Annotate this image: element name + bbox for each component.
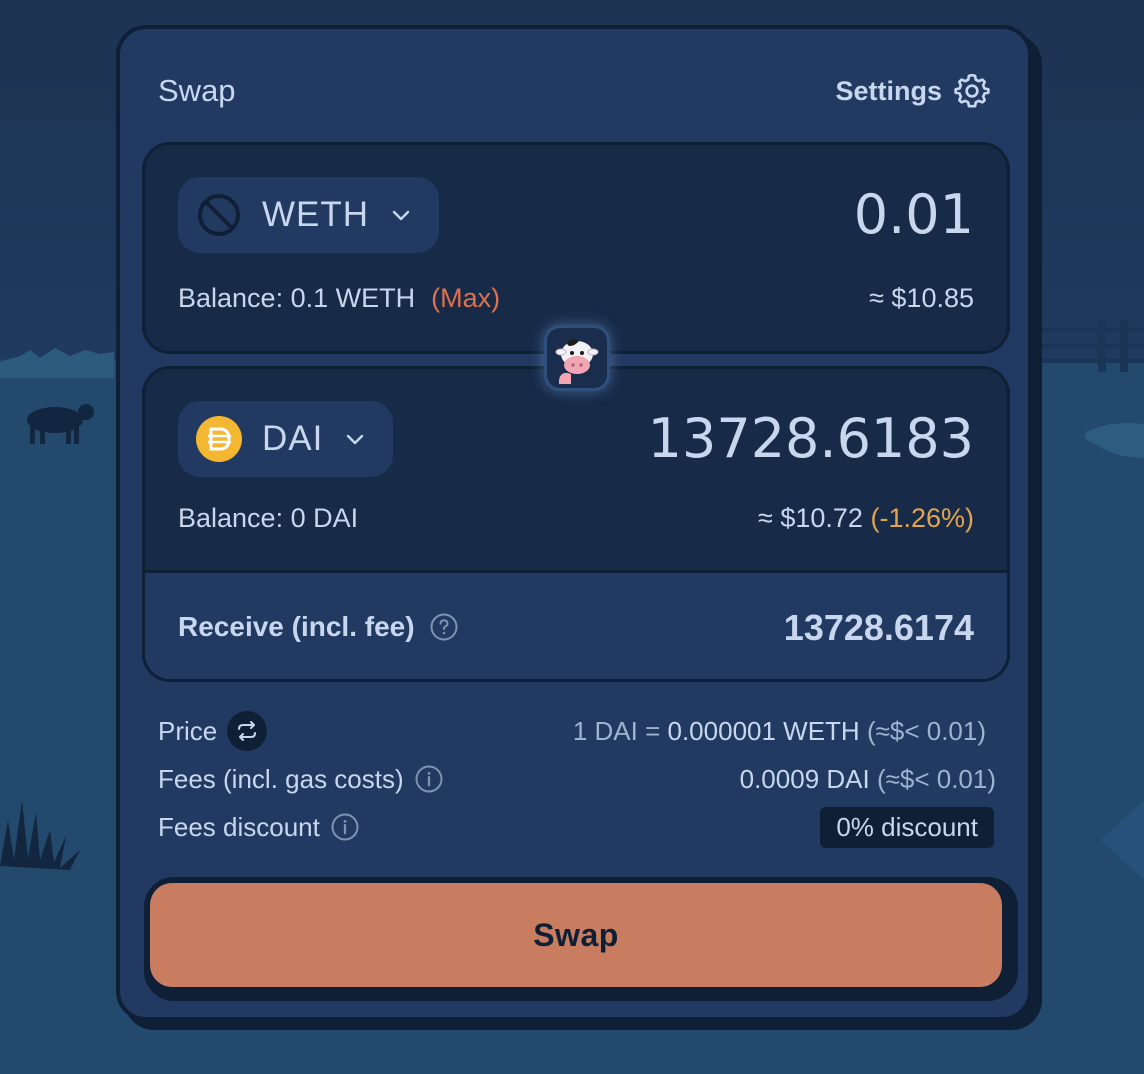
price-impact: (-1.26%) [870, 503, 974, 533]
price-usd: (≈$< 0.01) [859, 715, 986, 746]
price-prefix: 1 DAI = [572, 715, 668, 746]
max-button[interactable]: (Max) [431, 283, 500, 313]
receive-label-group: Receive (incl. fee) [178, 611, 459, 643]
info-icon[interactable] [414, 764, 444, 794]
info-icon[interactable] [330, 812, 360, 842]
sell-token-select[interactable]: WETH [178, 177, 440, 253]
sell-amount-input[interactable]: 0.01 [854, 183, 974, 246]
sell-balance-text: Balance: 0.1 WETH [178, 283, 416, 313]
chevron-down-icon [392, 210, 410, 221]
buy-balance: Balance: 0 DAI [178, 503, 359, 533]
discount-label-group: Fees discount [158, 812, 360, 843]
discount-row: Fees discount 0% discount [158, 806, 998, 848]
fees-value-group: 0.0009 DAI (≈$< 0.01) [740, 764, 996, 795]
card-title: Swap [158, 73, 236, 108]
switch-tokens-button[interactable] [544, 325, 610, 391]
receive-label: Receive (incl. fee) [178, 611, 415, 642]
gear-icon [954, 73, 990, 108]
swap-arrows-icon [238, 721, 257, 741]
buy-usd-value: ≈ $10.72 (-1.26%) [758, 503, 974, 534]
fees-row: Fees (incl. gas costs) 0.0009 DAI (≈$< 0… [158, 759, 998, 799]
buy-usd-text: ≈ $10.72 [758, 503, 863, 533]
invert-price-button[interactable] [227, 711, 268, 751]
settings-label: Settings [835, 75, 942, 106]
question-icon[interactable] [429, 612, 459, 642]
no-token-icon [198, 194, 240, 236]
sell-token-symbol: WETH [262, 195, 370, 234]
sell-panel: WETH 0.01 Balance: 0.1 WETH (Max) ≈ $10.8… [142, 142, 1010, 354]
price-label-group: Price [158, 711, 268, 751]
receive-value: 13728.6174 [783, 607, 974, 648]
chevron-down-icon [347, 434, 364, 445]
grass-silhouette [0, 800, 80, 870]
settings-button[interactable]: Settings [835, 71, 992, 111]
receive-row: Receive (incl. fee) 13728.6174 [145, 570, 1007, 679]
sell-balance: Balance: 0.1 WETH (Max) [178, 283, 500, 314]
swap-button[interactable]: Swap [150, 883, 1002, 987]
buy-token-symbol: DAI [262, 419, 324, 458]
fees-usd: (≈$< 0.01) [869, 763, 996, 794]
fees-value: 0.0009 DAI [739, 763, 870, 794]
price-row: Price 1 DAI = 0.000001 WETH (≈$< 0.01) [158, 711, 998, 751]
cow-mascot-icon [555, 339, 599, 384]
buy-token-select[interactable]: DAI [178, 401, 394, 477]
price-value-group: 1 DAI = 0.000001 WETH (≈$< 0.01) [573, 716, 986, 747]
swap-card: Swap Settings WETH 0.01 Balance: 0.1 WET… [116, 25, 1032, 1021]
buy-panel: DAI 13728.6183 Balance: 0 DAI ≈ $10.72 (… [142, 366, 1010, 682]
price-value: 0.000001 WETH [667, 715, 860, 746]
cow-silhouette-icon [27, 404, 94, 444]
discount-label: Fees discount [158, 811, 320, 842]
dai-logo-icon [196, 416, 242, 462]
fees-label: Fees (incl. gas costs) [158, 763, 404, 794]
buy-amount-input[interactable]: 13728.6183 [648, 407, 974, 470]
discount-badge: 0% discount [820, 806, 994, 848]
sell-usd-value: ≈ $10.85 [869, 283, 974, 313]
price-label: Price [158, 715, 218, 746]
fence-silhouette [1042, 320, 1144, 372]
fees-label-group: Fees (incl. gas costs) [158, 764, 444, 795]
